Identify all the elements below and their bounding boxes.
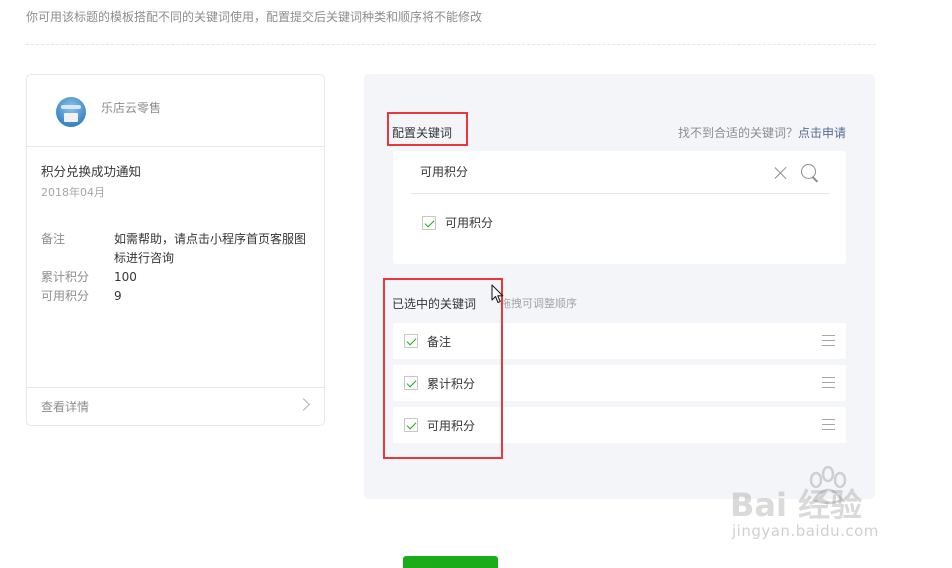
help-line: 找不到合适的关键词？点击申请 xyxy=(678,124,846,141)
shop-avatar xyxy=(56,97,86,127)
drag-hint: 拖拽可调整顺序 xyxy=(500,297,577,310)
search-result-item[interactable]: 可用积分 xyxy=(422,214,493,231)
view-details-row[interactable]: 查看详情 xyxy=(27,387,324,425)
result-label: 可用积分 xyxy=(445,216,494,230)
field-list: 备注 如需帮助，请点击小程序首页客服图标进行咨询 累计积分 100 可用积分 9 xyxy=(41,230,310,306)
result-checkbox[interactable] xyxy=(422,215,436,230)
field-row: 可用积分 9 xyxy=(41,287,310,306)
submit-button[interactable]: 提交 xyxy=(403,556,498,568)
watermark-brand: Bai 经验 xyxy=(730,486,863,524)
template-hint: 你可用该标题的模板搭配不同的关键词使用，配置提交后关键词种类和顺序将不能修改 xyxy=(26,10,483,24)
field-key: 备注 xyxy=(41,232,66,246)
field-row: 备注 如需帮助，请点击小程序首页客服图标进行咨询 xyxy=(41,230,310,268)
drag-handle-icon[interactable] xyxy=(822,377,835,388)
apply-link[interactable]: 点击申请 xyxy=(798,126,846,140)
notice-date: 2018年04月 xyxy=(41,186,105,199)
mouse-cursor-icon xyxy=(491,284,504,304)
drag-handle-icon[interactable] xyxy=(822,419,835,430)
message-preview-card: 乐店云零售 积分兑换成功通知 2018年04月 备注 如需帮助，请点击小程序首页… xyxy=(26,74,325,426)
notice-title: 积分兑换成功通知 xyxy=(41,164,142,179)
preview-header: 乐店云零售 xyxy=(27,75,324,147)
field-key: 累计积分 xyxy=(41,270,90,284)
search-icon[interactable] xyxy=(800,163,820,183)
clear-icon[interactable] xyxy=(773,165,789,181)
watermark-url: jingyan.baidu.com xyxy=(732,522,879,540)
field-value: 9 xyxy=(114,289,122,303)
chevron-right-icon xyxy=(297,398,310,411)
highlight-frame xyxy=(387,112,468,146)
keyword-search-input[interactable] xyxy=(420,164,750,178)
search-row xyxy=(410,151,829,194)
field-key: 可用积分 xyxy=(41,289,90,303)
drag-handle-icon[interactable] xyxy=(822,335,835,346)
divider xyxy=(26,44,876,45)
view-details-link[interactable]: 查看详情 xyxy=(41,398,89,415)
baidu-watermark: Bai 经验 jingyan.baidu.com xyxy=(730,466,900,550)
field-value: 100 xyxy=(114,270,137,284)
help-text: 找不到合适的关键词？ xyxy=(677,126,798,140)
shop-name: 乐店云零售 xyxy=(101,101,162,115)
preview-body: 积分兑换成功通知 2018年04月 备注 如需帮助，请点击小程序首页客服图标进行… xyxy=(27,147,324,306)
highlight-frame xyxy=(383,278,503,459)
field-value: 如需帮助，请点击小程序首页客服图标进行咨询 xyxy=(114,232,307,265)
keyword-search-card: 可用积分 xyxy=(393,151,846,264)
field-row: 累计积分 100 xyxy=(41,268,310,287)
